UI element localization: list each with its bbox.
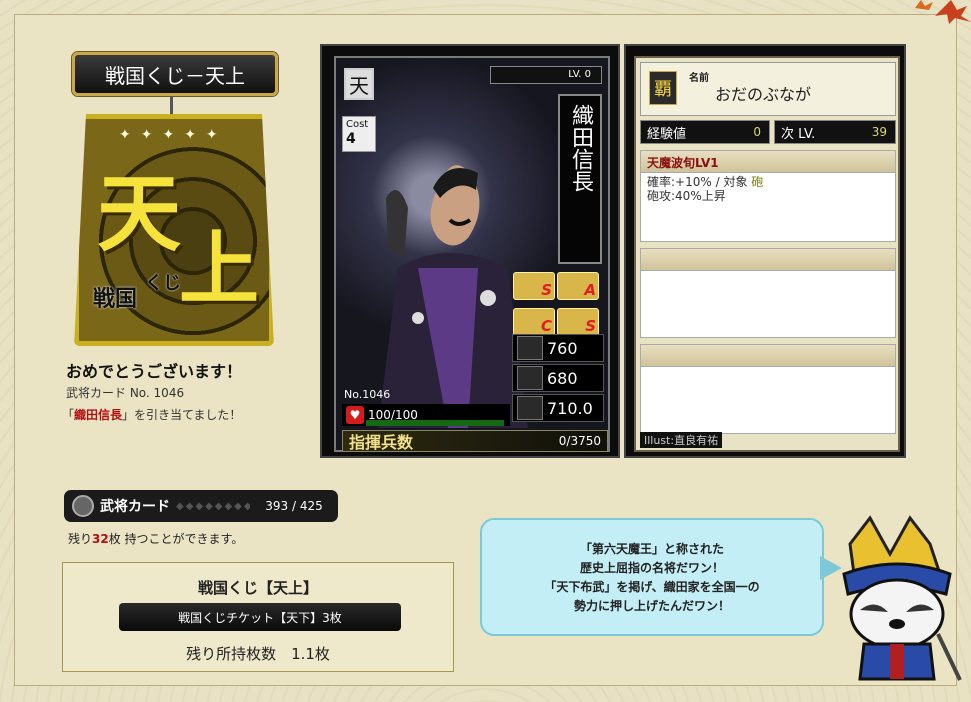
card-count-label: 武将カード: [100, 499, 170, 515]
card-count-pill: 武将カード ◆◆◆◆◆◆◆◆ 393 / 425: [64, 490, 338, 522]
command-troops-bar: 指揮兵数 0/3750: [342, 430, 608, 452]
remaining-text: 残り32枚 持つことができます。: [68, 532, 244, 546]
card-info-panel: 覇 名前 おだのぶなが 経験値 0 次 LV. 39 天魔波旬LV1 確率:+10%…: [624, 44, 906, 458]
intellect-stat: 710.0: [512, 394, 604, 422]
command-label: 指揮兵数: [349, 433, 414, 452]
ticket-button[interactable]: 戦国くじチケット【天下】3枚: [119, 603, 401, 631]
lottery-title-plate: 戦国くじ－天上: [72, 52, 278, 96]
hit-card-name[interactable]: 織田信長: [74, 408, 122, 422]
congrats-text: おめでとうございます！: [66, 362, 243, 381]
helmet-icon: [517, 366, 543, 390]
hp-bar: [366, 420, 504, 426]
cost-badge: Cost 4: [342, 116, 376, 152]
lottery-ticket-image: ✦✦✦✦✦ 天 上 戦国 くじ: [74, 114, 274, 346]
lottery-box-title: 戦国くじ【天上】: [197, 579, 318, 597]
name-label: 名前: [689, 73, 709, 84]
exp-field: 経験値 0: [640, 120, 770, 144]
command-value: 0/3750: [558, 434, 601, 448]
illustrator-credit: Illust:直良有祐: [640, 432, 723, 448]
rarity-badge: 天: [344, 68, 374, 100]
stamp-icon: 覇: [649, 71, 677, 105]
next-level-value: 39: [871, 125, 887, 139]
archer-icon: C: [513, 308, 555, 336]
owned-tickets-text: 残り所持枚数 1.1枚: [186, 645, 330, 663]
infantry-icon: S: [513, 272, 555, 300]
card-artwork: 天 Cost 4 LV. 0 織田信長 SA CS 760 680 710.0 N…: [334, 56, 610, 452]
gun-icon: S: [557, 308, 599, 336]
ticket-kanji-ten: 天: [97, 164, 182, 263]
skill-description: 確率:+10% / 対象 砲砲攻:40%上昇: [647, 175, 764, 203]
sparkle-icon: ✦✦✦✦✦: [119, 127, 228, 143]
scroll-icon: [517, 396, 543, 420]
warlord-portrait-icon: [378, 165, 528, 428]
ticket-kuji-text: くじ: [145, 273, 181, 294]
exp-value: 0: [753, 125, 761, 139]
card-count-value: 393 / 425: [265, 499, 323, 513]
speech-line-2: 歴史上屈指の名将だワン！: [579, 561, 724, 575]
ticket-sengoku-text: 戦国: [93, 286, 138, 312]
level-bar: LV. 0: [490, 66, 602, 84]
card-number: No.1046: [344, 388, 391, 401]
skill-slot-3: [640, 344, 896, 434]
avatar-icon: [72, 495, 94, 517]
spear-icon: [517, 336, 543, 360]
skill-title: 天魔波旬LV1: [641, 151, 895, 173]
speech-line-3: 「天下布武」を掲げ、織田家を全国一の: [544, 580, 760, 594]
general-card[interactable]: 天 Cost 4 LV. 0 織田信長 SA CS 760 680 710.0 N…: [320, 44, 620, 458]
skill-slot-2: [640, 248, 896, 338]
card-name-plate: 織田信長: [558, 94, 602, 264]
name-section: 覇 名前 おだのぶなが: [640, 62, 896, 116]
lottery-info-box: 戦国くじ【天上】 戦国くじチケット【天下】3枚 残り所持枚数 1.1枚: [62, 562, 454, 672]
ticket-kanji-jou: 上: [179, 222, 259, 316]
remaining-count: 32: [92, 532, 109, 546]
cost-value: 4: [346, 131, 356, 147]
maple-leaf-decoration-icon: [915, 0, 971, 24]
speech-bubble: 「第六天魔王」と称された 歴史上屈指の名将だワン！ 「天下布武」を掲げ、織田家を…: [480, 518, 824, 636]
divider-dots: ◆◆◆◆◆◆◆◆: [176, 500, 250, 512]
next-level-field: 次 LV. 39: [774, 120, 896, 144]
defense-stat: 680: [512, 364, 604, 392]
attack-stat: 760: [512, 334, 604, 362]
cavalry-icon: A: [557, 272, 599, 300]
unit-aptitude-grid: SA CS: [512, 270, 604, 342]
skill-section[interactable]: 天魔波旬LV1 確率:+10% / 対象 砲砲攻:40%上昇: [640, 150, 896, 242]
samurai-dog-mascot-icon: [842, 515, 962, 681]
speech-line-1: 「第六天魔王」と称された: [579, 542, 724, 556]
name-value: おだのぶなが: [715, 85, 812, 104]
card-number-text: 武将カード No. 1046: [66, 386, 185, 400]
heart-icon: ♥: [346, 406, 364, 424]
hit-result-text: 「織田信長」を引き当てました！: [62, 408, 242, 422]
speech-line-4: 勢力に押し上げたんだワン！: [573, 599, 730, 613]
